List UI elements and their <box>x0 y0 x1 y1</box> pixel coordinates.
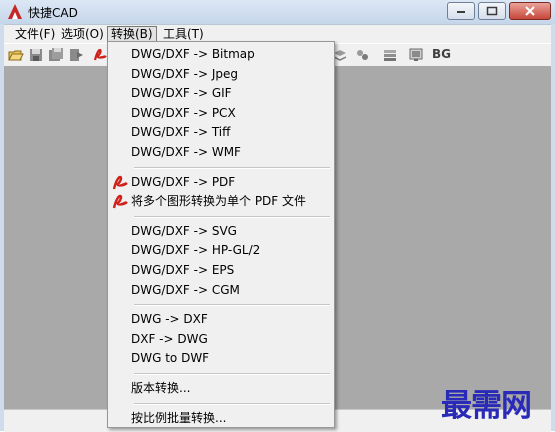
menu-item[interactable]: DWG/DXF -> EPS <box>109 261 333 280</box>
menu-item[interactable]: DWG/DXF -> Tiff <box>109 123 333 142</box>
menu-item[interactable]: 按比例批量转换... <box>109 409 333 428</box>
maximize-button[interactable] <box>478 2 506 20</box>
menu-tools[interactable]: 工具(T) <box>160 26 207 42</box>
menu-item[interactable]: DWG/DXF -> HP-GL/2 <box>109 241 333 260</box>
menu-item[interactable]: DWG/DXF -> PCX <box>109 104 333 123</box>
menu-item-label: DWG/DXF -> Jpeg <box>131 66 238 81</box>
menu-item-label: DWG/DXF -> EPS <box>131 263 235 277</box>
menu-item-label: DWG/DXF -> CGM <box>131 282 240 297</box>
menu-separator <box>134 215 330 218</box>
app-logo-icon <box>6 3 24 21</box>
menu-item[interactable]: DWG/DXF -> SVG <box>109 222 333 241</box>
watermark: 最需网 <box>441 388 532 424</box>
pdf-convert-icon[interactable] <box>92 47 108 63</box>
menu-options[interactable]: 选项(O) <box>58 26 107 42</box>
menu-item[interactable]: DWG/DXF -> PDF <box>109 173 333 192</box>
close-button[interactable] <box>509 2 551 20</box>
monitor-icon[interactable] <box>408 47 424 63</box>
title-bar[interactable]: 快捷CAD <box>0 0 555 24</box>
menu-item[interactable]: DWG/DXF -> Bitmap <box>109 45 333 64</box>
menu-item-label: DWG/DXF -> PCX <box>131 105 236 120</box>
menu-file[interactable]: 文件(F) <box>12 26 58 42</box>
save-icon[interactable] <box>28 47 44 63</box>
menu-item-label: 版本转换... <box>131 381 191 395</box>
open-folder-icon[interactable] <box>8 47 24 63</box>
menu-item-label: 将多个图形转换为单个 PDF 文件 <box>131 194 307 209</box>
minimize-button[interactable] <box>447 2 475 20</box>
menu-item[interactable]: DWG/DXF -> WMF <box>109 143 333 162</box>
lights-icon[interactable] <box>354 47 370 63</box>
background-color-button[interactable]: BG <box>432 47 451 61</box>
menu-item-label: DWG/DXF -> SVG <box>131 223 237 238</box>
export-icon[interactable] <box>68 47 84 63</box>
menu-separator <box>134 402 330 405</box>
menu-item[interactable]: DWG to DWF <box>109 349 333 368</box>
menu-item-label: DWG/DXF -> GIF <box>131 86 232 101</box>
menu-item-label: DWG -> DXF <box>131 312 208 327</box>
menu-item[interactable]: 版本转换... <box>109 379 333 398</box>
menu-item-label: DWG to DWF <box>131 351 210 366</box>
convert-menu-dropdown: DWG/DXF -> Bitmap DWG/DXF -> Jpeg DWG/DXF … <box>107 41 335 428</box>
menu-item-label: DWG/DXF -> HP-GL/2 <box>131 243 261 258</box>
menu-item[interactable]: DWG/DXF -> CGM <box>109 281 333 300</box>
pdf-icon <box>112 175 128 191</box>
menu-item-label: DWG/DXF -> PDF <box>131 174 236 189</box>
stack-icon[interactable] <box>382 47 398 63</box>
menu-item[interactable]: 将多个图形转换为单个 PDF 文件 <box>109 192 333 211</box>
menu-item[interactable]: DWG/DXF -> Jpeg <box>109 65 333 84</box>
menu-item[interactable]: DWG/DXF -> GIF <box>109 84 333 103</box>
save-as-icon[interactable] <box>48 47 64 63</box>
window-title: 快捷CAD <box>28 6 78 20</box>
menu-convert[interactable]: 转换(B) <box>107 26 157 42</box>
menu-separator <box>134 166 330 169</box>
menu-item-label: DWG/DXF -> Bitmap <box>131 47 255 61</box>
menu-item-label: DWG/DXF -> WMF <box>131 145 241 159</box>
app-window: 快捷CAD 文件(F) 选项(O) 转换(B) 工具(T) BG 最需网 DWG… <box>0 0 555 432</box>
menu-item-label: DXF -> DWG <box>131 331 208 346</box>
pdf-icon <box>112 194 128 210</box>
menu-separator <box>134 304 330 307</box>
menu-item[interactable]: DXF -> DWG <box>109 330 333 349</box>
menu-item[interactable]: DWG -> DXF <box>109 310 333 329</box>
menu-separator <box>134 373 330 375</box>
menu-item-label: 按比例批量转换... <box>131 410 227 425</box>
menu-item-label: DWG/DXF -> Tiff <box>131 125 231 140</box>
